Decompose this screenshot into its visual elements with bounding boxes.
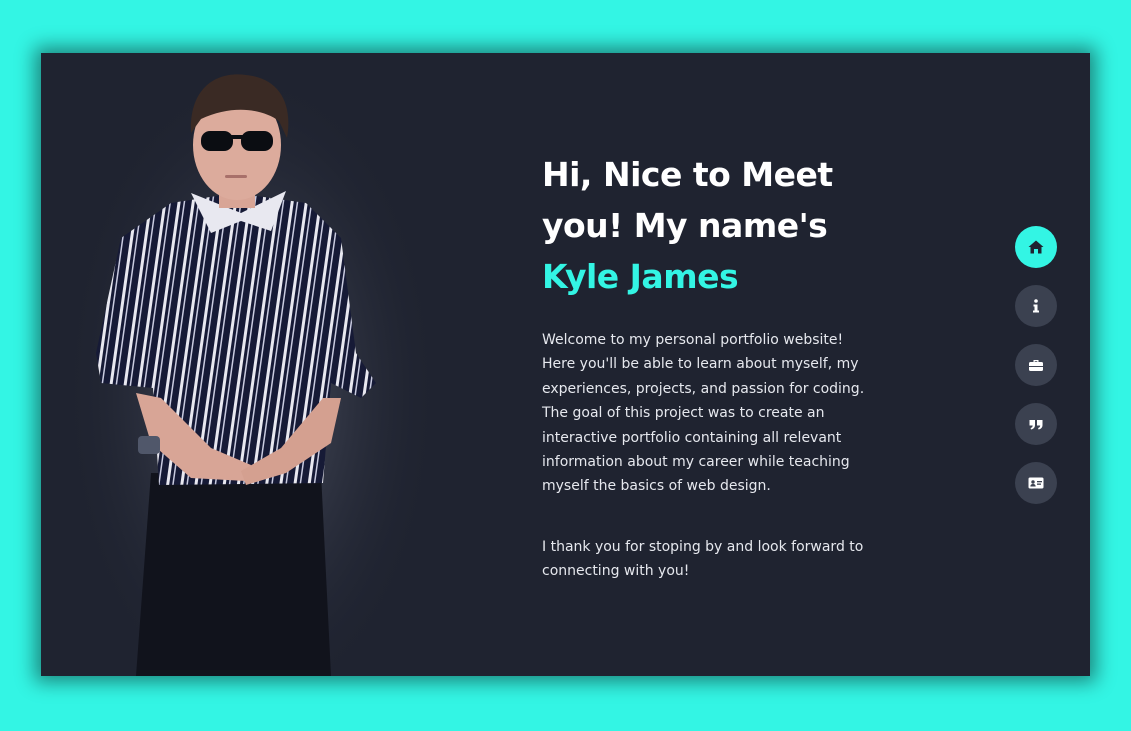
nav-testimonials-button[interactable] <box>1015 403 1057 445</box>
hero-heading: Hi, Nice to Meet you! My name's Kyle Jam… <box>542 149 902 302</box>
quote-icon <box>1029 420 1043 430</box>
hero-section: Hi, Nice to Meet you! My name's Kyle Jam… <box>542 149 902 584</box>
hero-name: Kyle James <box>542 257 739 296</box>
heading-line-2: you! My name's <box>542 206 828 245</box>
nav-contact-button[interactable] <box>1015 462 1057 504</box>
heading-line-1: Hi, Nice to Meet <box>542 155 833 194</box>
thanks-paragraph: I thank you for stoping by and look forw… <box>542 538 864 580</box>
contact-card-icon <box>1028 477 1044 489</box>
intro-paragraph: Welcome to my personal portfolio website… <box>542 332 865 495</box>
profile-photo <box>41 53 481 676</box>
portfolio-window: Hi, Nice to Meet you! My name's Kyle Jam… <box>41 53 1090 676</box>
home-icon <box>1028 240 1044 254</box>
nav-about-button[interactable] <box>1015 285 1057 327</box>
info-icon <box>1033 299 1039 313</box>
side-navigation <box>1015 226 1057 521</box>
briefcase-icon <box>1029 360 1043 371</box>
nav-experience-button[interactable] <box>1015 344 1057 386</box>
nav-home-button[interactable] <box>1015 226 1057 268</box>
